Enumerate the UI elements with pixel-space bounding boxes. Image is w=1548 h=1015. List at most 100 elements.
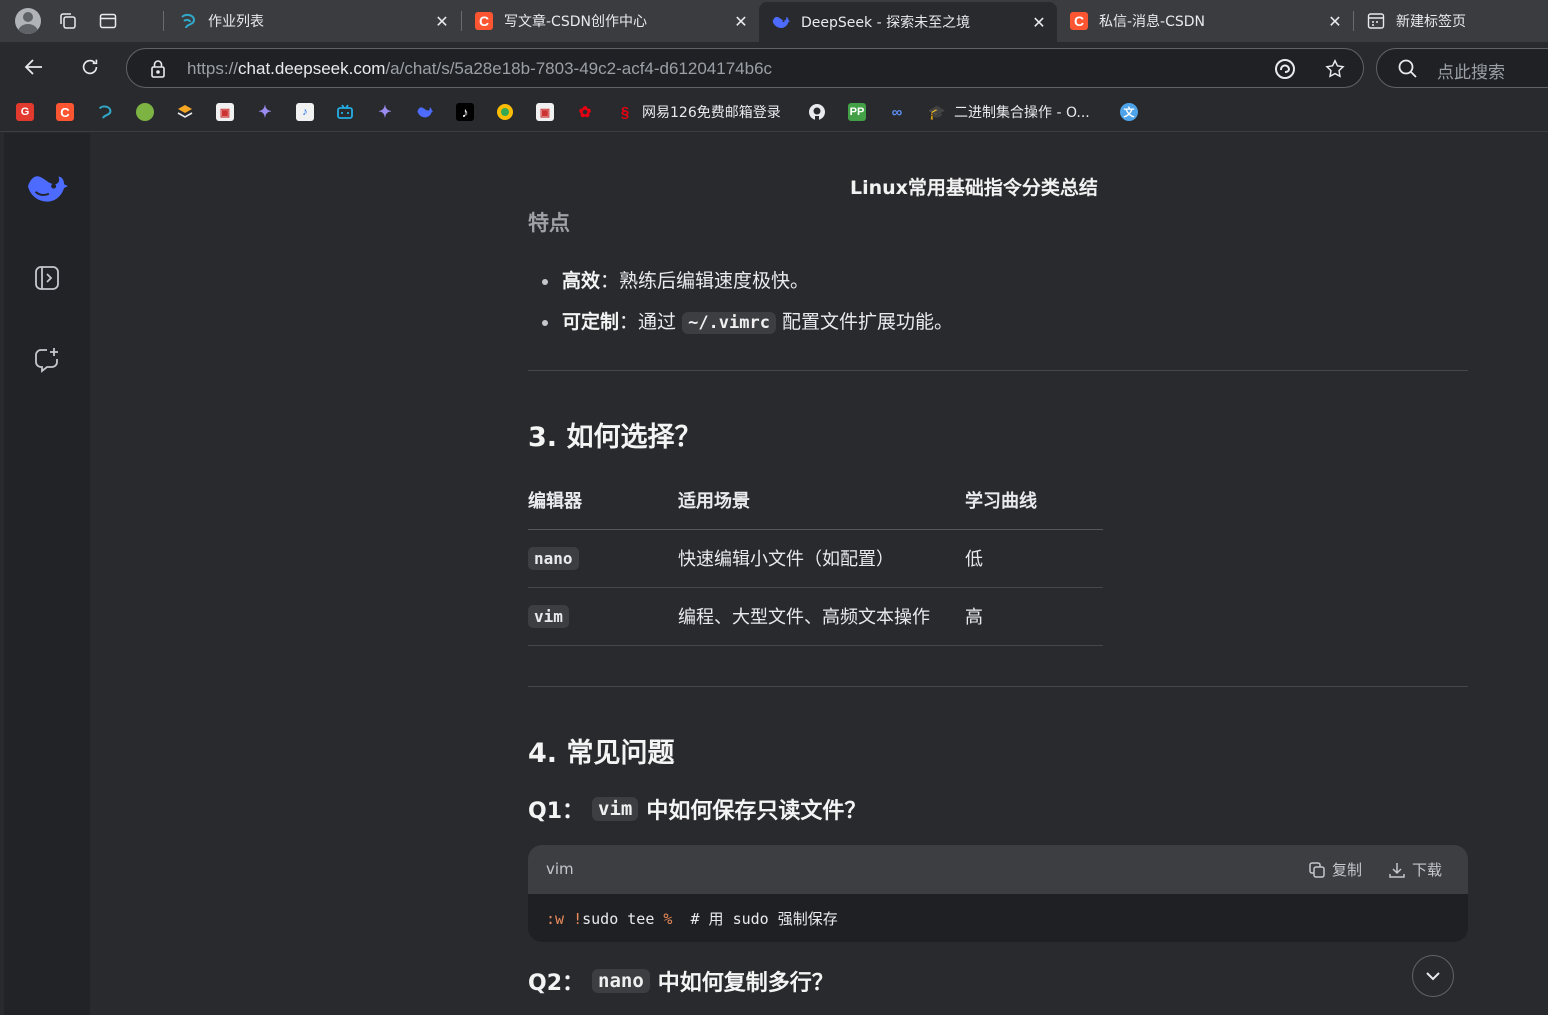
deepseek-app: Linux常用基础指令分类总结 特点 高效：熟练后编辑速度极快。 可定制：通过 … <box>0 133 1548 1015</box>
puzzle-logo-icon: ✦ <box>258 104 272 121</box>
divider <box>528 686 1468 687</box>
rings-logo-icon: ∞ <box>891 103 903 121</box>
bookmark-bilibili[interactable] <box>336 102 354 122</box>
features-heading: 特点 <box>528 211 570 235</box>
layers-logo-icon <box>176 103 194 121</box>
bookmark-g[interactable]: G <box>16 102 34 122</box>
tab-homework-list[interactable]: 作业列表 ✕ <box>166 0 460 42</box>
bookmark-site-e[interactable]: ▣ <box>536 102 554 122</box>
bookmark-site-a[interactable]: ▣ <box>216 102 234 122</box>
scroll-to-bottom-button[interactable] <box>1412 955 1454 997</box>
tab-close-button[interactable]: ✕ <box>430 9 454 33</box>
bookmarks-bar: G C ▣ ✦ ♪ ✦ ♪ ▣ ✿ § 网易126免费邮箱登录 PP ∞ 🎓 二进制… <box>0 92 1548 132</box>
site-c-logo-icon: ♪ <box>296 103 314 121</box>
bookmark-pp[interactable]: PP <box>848 102 866 122</box>
new-chat-button[interactable] <box>24 337 70 383</box>
reload-icon <box>82 59 98 75</box>
tab-close-button[interactable]: ✕ <box>1323 9 1347 33</box>
tab-tools <box>0 0 128 42</box>
tab-new-tab[interactable]: 新建标签页 <box>1354 0 1548 42</box>
reload-button[interactable] <box>74 51 106 83</box>
table-header: 适用场景 <box>678 471 965 530</box>
tab-csdn-messages[interactable]: C 私信-消息-CSDN ✕ <box>1057 0 1353 42</box>
bookmark-drive[interactable] <box>496 102 514 122</box>
bookmark-layers[interactable] <box>176 102 194 122</box>
bookmark-homework[interactable] <box>96 102 114 122</box>
assistant-message: 特点 高效：熟练后编辑速度极快。 可定制：通过 ~/.vimrc 配置文件扩展功… <box>528 203 1468 996</box>
favorite-button[interactable] <box>1323 57 1347 81</box>
deepseek-logo-icon <box>416 103 434 121</box>
q2-heading: Q2： nano 中如何复制多行？ <box>528 969 834 996</box>
deepseek-whale-icon <box>28 176 68 202</box>
deepseek-logo[interactable] <box>24 165 70 211</box>
bookmark-site-f[interactable]: ∞ <box>888 102 906 122</box>
collections-icon <box>60 13 76 29</box>
homework-logo-icon <box>96 103 114 121</box>
url-text[interactable]: https://chat.deepseek.com/a/chat/s/5a28e… <box>187 59 772 79</box>
copy-code-button[interactable]: 复制 <box>1308 859 1362 880</box>
tab-deepseek[interactable]: DeepSeek - 探索未至之境 ✕ <box>759 2 1057 42</box>
list-item: 高效：熟练后编辑速度极快。 <box>528 261 1468 302</box>
bookmark-translate[interactable]: 文 <box>1120 102 1138 122</box>
code-language-label: vim <box>546 860 574 878</box>
bookmark-netease-mail[interactable]: § 网易126免费邮箱登录 <box>616 102 781 122</box>
bookmark-site-c[interactable]: ♪ <box>296 102 314 122</box>
inline-code: vim <box>528 604 569 628</box>
table-cell: 高 <box>965 587 1103 646</box>
download-code-button[interactable]: 下载 <box>1388 859 1442 880</box>
section-4-heading: 4. 常见问题 <box>528 738 675 769</box>
tab-separator <box>163 11 164 31</box>
star-icon <box>1325 59 1345 78</box>
chat-content: Linux常用基础指令分类总结 特点 高效：熟练后编辑速度极快。 可定制：通过 … <box>90 133 1548 1015</box>
inline-code: nano <box>528 546 579 570</box>
tab-actions-icon <box>99 13 117 29</box>
homework-favicon-icon <box>178 11 198 31</box>
drive-logo-icon <box>496 103 514 121</box>
code-block: vim 复制 下载 :w !sudo tee % # 用 sudo 强制保存 <box>528 845 1468 942</box>
table-cell: 低 <box>965 529 1103 588</box>
bookmark-binary-ops[interactable]: 🎓 二进制集合操作 - O... <box>928 102 1089 122</box>
copy-icon <box>1309 861 1325 878</box>
collections-button[interactable] <box>48 0 88 42</box>
bookmark-deepseek[interactable] <box>416 102 434 122</box>
g-logo-icon: G <box>16 103 34 121</box>
code-content: :w !sudo tee % # 用 sudo 强制保存 <box>546 910 838 928</box>
profile-avatar-icon <box>15 8 41 34</box>
inline-code: ~/.vimrc <box>682 312 776 334</box>
profile-button[interactable] <box>8 0 48 42</box>
bookmark-site-d[interactable]: ✦ <box>376 102 394 122</box>
csdn-favicon-icon: C <box>474 11 494 31</box>
github-logo-icon <box>808 103 826 121</box>
address-bar[interactable]: https://chat.deepseek.com/a/chat/s/5a28e… <box>126 48 1364 88</box>
table-header: 学习曲线 <box>965 471 1103 530</box>
table-header: 编辑器 <box>528 471 678 530</box>
deepseek-favicon-icon <box>771 12 791 32</box>
bookmark-site-b[interactable]: ✦ <box>256 102 274 122</box>
bookmark-tiktok[interactable]: ♪ <box>456 102 474 122</box>
table-header-row: 编辑器 适用场景 学习曲线 <box>528 471 1103 530</box>
bookmark-green[interactable] <box>136 102 154 122</box>
table-row: nano 快速编辑小文件（如配置） 低 <box>528 529 1103 588</box>
back-button[interactable] <box>18 51 50 83</box>
code-block-header: vim 复制 下载 <box>528 845 1468 894</box>
list-item: 可定制：通过 ~/.vimrc 配置文件扩展功能。 <box>528 302 1468 344</box>
expand-sidebar-button[interactable] <box>24 255 70 301</box>
puzzle-logo-icon: ✦ <box>378 104 392 121</box>
inline-code: nano <box>592 969 650 993</box>
vertical-tabs-button[interactable] <box>88 0 128 42</box>
table-cell: 编程、大型文件、高频文本操作 <box>678 587 965 646</box>
features-list: 高效：熟练后编辑速度极快。 可定制：通过 ~/.vimrc 配置文件扩展功能。 <box>528 261 1468 344</box>
lock-icon <box>151 60 165 78</box>
graduation-cap-icon: 🎓 <box>928 103 946 120</box>
tab-close-button[interactable]: ✕ <box>729 9 753 33</box>
tab-csdn-write[interactable]: C 写文章-CSDN创作中心 ✕ <box>462 0 759 42</box>
bookmark-huawei[interactable]: ✿ <box>576 102 594 122</box>
edge-refresh-button[interactable] <box>1273 57 1297 81</box>
tab-close-button[interactable]: ✕ <box>1027 10 1051 34</box>
edge-icon <box>1275 59 1295 79</box>
search-box[interactable]: 点此搜索 <box>1376 48 1548 88</box>
browser-toolbar: https://chat.deepseek.com/a/chat/s/5a28e… <box>0 42 1548 92</box>
tiktok-logo-icon: ♪ <box>456 103 474 121</box>
bookmark-github[interactable] <box>808 102 826 122</box>
bookmark-csdn[interactable]: C <box>56 102 74 122</box>
